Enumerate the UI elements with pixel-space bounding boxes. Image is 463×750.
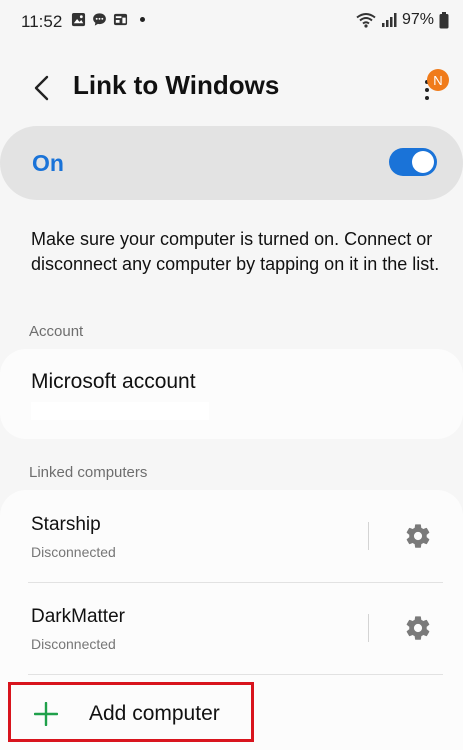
signal-icon [381,13,397,27]
row-divider-vertical [368,614,369,642]
notification-dot [140,17,145,22]
computer-row[interactable]: DarkMatter Disconnected [0,582,463,674]
image-icon [71,12,86,27]
add-computer-button[interactable]: Add computer [8,682,254,742]
computer-name: Starship [31,514,101,535]
account-email-redacted [31,402,209,420]
master-switch-card[interactable]: On [0,126,463,200]
notification-badge: N [427,69,449,91]
gear-icon[interactable] [404,614,432,642]
row-divider-vertical [368,522,369,550]
account-title: Microsoft account [31,370,196,393]
battery-icon [439,11,449,28]
computer-status: Disconnected [31,636,116,652]
master-toggle-switch[interactable] [389,148,437,176]
toggle-thumb [412,151,434,173]
page-title: Link to Windows [73,70,280,100]
back-button[interactable] [24,70,60,106]
linked-computers-header: Linked computers [29,464,148,481]
more-options-button[interactable]: N [410,64,450,112]
master-switch-label: On [32,150,64,176]
plus-icon [34,702,58,726]
wifi-icon [356,13,376,28]
chevron-left-icon [34,75,49,101]
computer-name: DarkMatter [31,606,125,627]
computer-status: Disconnected [31,544,116,560]
app-bar: Link to Windows N [0,56,463,118]
add-computer-label: Add computer [89,702,220,725]
status-bar: 11:52 97% [0,0,463,42]
computer-row[interactable]: Starship Disconnected [0,490,463,582]
screen: 11:52 97% Link to Windows N On Make sure… [0,0,463,750]
gear-icon[interactable] [404,522,432,550]
status-time: 11:52 [21,12,63,31]
battery-percent: 97% [401,11,434,28]
chat-icon [93,13,106,26]
account-card[interactable]: Microsoft account [0,349,463,439]
status-system-icons: 97% [356,11,449,29]
status-notification-icons [71,12,145,27]
instructions-text: Make sure your computer is turned on. Co… [31,229,440,274]
row-divider [28,674,443,675]
account-section-header: Account [29,323,84,340]
media-icon [113,13,128,26]
